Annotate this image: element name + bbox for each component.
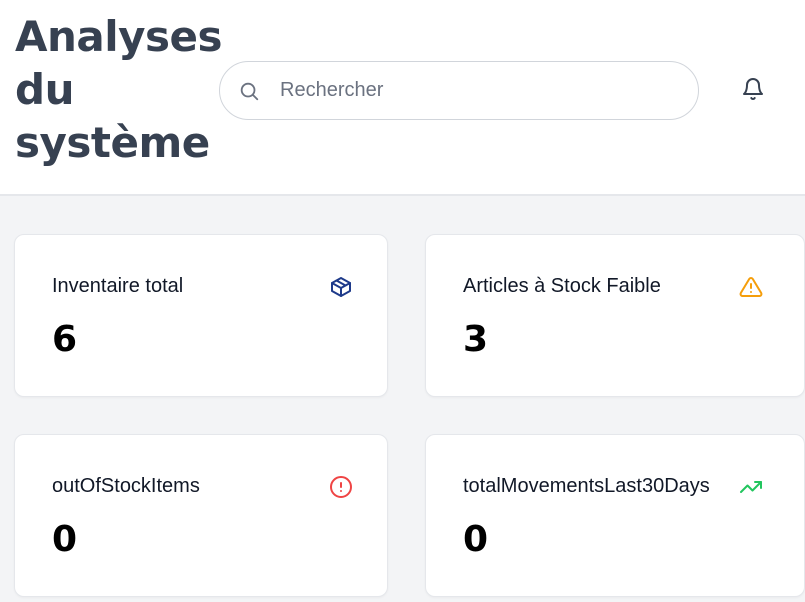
stat-card-label: Inventaire total xyxy=(52,275,184,297)
stat-card-out-of-stock: outOfStockItems 0 xyxy=(14,434,388,597)
trending-up-icon xyxy=(739,475,763,499)
search-box[interactable] xyxy=(219,61,699,120)
stat-card-label: totalMovementsLast30Days xyxy=(463,475,710,497)
notifications-button[interactable] xyxy=(738,76,768,106)
stat-card-low-stock: Articles à Stock Faible 3 xyxy=(425,234,805,397)
page-title: Analyses du système xyxy=(15,10,225,169)
alert-circle-icon xyxy=(329,475,353,499)
stat-card-value: 6 xyxy=(52,319,78,360)
search-input[interactable] xyxy=(280,62,680,119)
stat-card-label: outOfStockItems xyxy=(52,475,200,497)
search-icon xyxy=(238,80,260,102)
stat-card-value: 0 xyxy=(52,519,78,560)
stat-card-label: Articles à Stock Faible xyxy=(463,275,661,297)
stat-card-movements: totalMovementsLast30Days 0 xyxy=(425,434,805,597)
bell-icon xyxy=(741,77,765,106)
package-icon xyxy=(329,275,353,299)
stat-card-value: 3 xyxy=(463,319,489,360)
page-header: Analyses du système xyxy=(0,0,805,196)
page-title-line-2: du xyxy=(15,65,74,114)
page-title-line-3: système xyxy=(15,118,210,167)
page-title-line-1: Analyses xyxy=(15,12,223,61)
stat-card-value: 0 xyxy=(463,519,489,560)
warning-icon xyxy=(739,275,763,299)
stat-card-total-inventory: Inventaire total 6 xyxy=(14,234,388,397)
